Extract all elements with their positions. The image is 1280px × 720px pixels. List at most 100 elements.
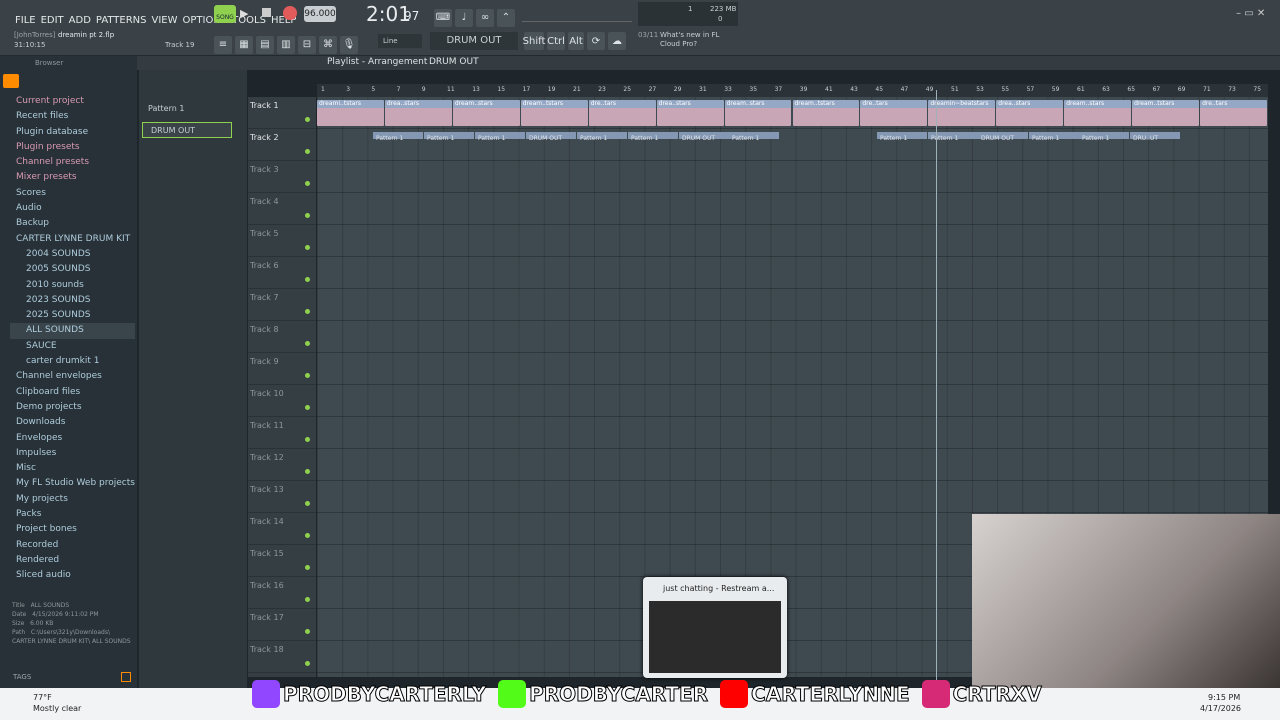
browser-item[interactable]: SAUCE xyxy=(10,339,135,354)
pattern-clip[interactable]: Pattern 1 xyxy=(1029,132,1079,146)
channel-rack-icon[interactable]: ▤ xyxy=(256,35,274,54)
track-mute-led[interactable] xyxy=(305,469,310,474)
track-header[interactable]: Track 7 xyxy=(248,289,316,321)
browser-item[interactable]: 2005 SOUNDS xyxy=(10,262,135,277)
browser-item[interactable]: Project bones xyxy=(10,522,135,537)
browser-item[interactable]: Envelopes xyxy=(10,431,135,446)
browser-item[interactable]: 2025 SOUNDS xyxy=(10,308,135,323)
track-mute-led[interactable] xyxy=(305,533,310,538)
browser-item[interactable]: Downloads xyxy=(10,415,135,430)
minimize-icon[interactable]: – xyxy=(1236,8,1241,19)
track-mute-led[interactable] xyxy=(305,117,310,122)
track-header[interactable]: Track 11 xyxy=(248,417,316,449)
browser-all-icon[interactable] xyxy=(3,74,19,88)
menu-tools[interactable]: TOOLS xyxy=(232,15,266,26)
browser-item[interactable]: Backup xyxy=(10,216,135,231)
browser-item[interactable]: CARTER LYNNE DRUM KIT xyxy=(10,232,135,247)
record-icon[interactable] xyxy=(283,6,297,20)
pattern-item[interactable]: Pattern 1 xyxy=(142,102,230,116)
track-mute-led[interactable] xyxy=(305,629,310,634)
maximize-icon[interactable]: ▭ xyxy=(1244,8,1253,19)
track-header[interactable]: Track 16 xyxy=(248,577,316,609)
audio-clip[interactable]: dream..tstars xyxy=(1132,100,1200,126)
audio-clip[interactable]: dreami..tstars xyxy=(317,100,384,126)
track-header[interactable]: Track 18 xyxy=(248,641,316,673)
browser-item[interactable]: Recent files xyxy=(10,109,135,124)
audio-clip[interactable]: dream..stars xyxy=(1064,100,1132,126)
audio-clip[interactable]: dream..stars xyxy=(452,100,520,126)
pattern-clip[interactable]: Pattern 1 xyxy=(373,132,423,146)
tags-label[interactable]: TAGS xyxy=(13,673,31,681)
browser-item[interactable]: Scores xyxy=(10,186,135,201)
pattern-clip[interactable]: Pattern 1 xyxy=(475,132,525,146)
audio-clip[interactable]: dream..tstars xyxy=(520,100,588,126)
play-icon[interactable]: ▶ xyxy=(240,7,248,20)
track-mute-led[interactable] xyxy=(305,277,310,282)
track-header[interactable]: Track 10 xyxy=(248,385,316,417)
mixer-icon[interactable]: ▥ xyxy=(277,35,295,54)
track-header[interactable]: Track 15 xyxy=(248,545,316,577)
pattern-item-selected[interactable]: DRUM OUT xyxy=(142,122,232,138)
countdown-icon[interactable]: ⌃ xyxy=(497,8,515,27)
track-header[interactable]: Track 2 xyxy=(248,129,316,161)
taskbar-preview[interactable]: just chatting - Restream a... xyxy=(643,577,787,678)
playlist-icon[interactable]: ≡ xyxy=(214,35,232,54)
pattern-clip[interactable]: Pattern 1 xyxy=(628,132,678,146)
browser-item[interactable]: Impulses xyxy=(10,446,135,461)
track-header[interactable]: Track 8 xyxy=(248,321,316,353)
browser-item[interactable]: Clipboard files xyxy=(10,385,135,400)
track-mute-led[interactable] xyxy=(305,405,310,410)
alt-key[interactable]: Alt xyxy=(568,32,584,50)
menu-add[interactable]: ADD xyxy=(69,15,91,26)
browser-item[interactable]: 2004 SOUNDS xyxy=(10,247,135,262)
timeline-ruler[interactable]: 1 3 5 7 9 11 13 15 17 19 21 23 25 27 29 31 33 35 37 39 41 43 4… xyxy=(317,84,1268,97)
cloud-icon[interactable]: ☁ xyxy=(608,32,626,50)
track-header[interactable]: Track 14 xyxy=(248,513,316,545)
metronome-icon[interactable]: ♩ xyxy=(455,8,473,27)
track-header[interactable]: Track 4 xyxy=(248,193,316,225)
audio-clip[interactable]: dre..tars xyxy=(860,100,928,126)
browser-item[interactable]: Channel presets xyxy=(10,155,135,170)
track-mute-led[interactable] xyxy=(305,565,310,570)
track-header[interactable]: Track 13 xyxy=(248,481,316,513)
browser-item[interactable]: 2010 sounds xyxy=(10,278,135,293)
track-mute-led[interactable] xyxy=(305,501,310,506)
pattern-clip[interactable]: Pattern 1 xyxy=(1079,132,1129,146)
pattern-clip[interactable]: Pattern 1 xyxy=(729,132,779,146)
browser-item[interactable]: Current project xyxy=(10,94,135,109)
browser-item[interactable]: carter drumkit 1 xyxy=(10,354,135,369)
track-header[interactable]: Track 12 xyxy=(248,449,316,481)
piano-roll-icon[interactable]: ▦ xyxy=(235,35,253,54)
playhead[interactable] xyxy=(936,90,937,680)
browser-item[interactable]: Plugin presets xyxy=(10,140,135,155)
browser-item[interactable]: ALL SOUNDS xyxy=(10,323,135,339)
pattern-clip[interactable]: DRUM OUT xyxy=(978,132,1028,146)
menu-patterns[interactable]: PATTERNS xyxy=(96,15,147,26)
browser-icon[interactable]: ⌘ xyxy=(319,35,337,54)
menu-file[interactable]: FILE xyxy=(15,15,36,26)
pattern-clip[interactable]: Pattern 1 xyxy=(877,132,927,146)
browser-item[interactable]: Demo projects xyxy=(10,400,135,415)
browser-item[interactable]: Sliced audio xyxy=(10,568,135,583)
stop-icon[interactable] xyxy=(262,8,271,17)
news-text[interactable]: What's new in FL Cloud Pro? xyxy=(660,31,730,49)
browser-item[interactable]: Mixer presets xyxy=(10,170,135,185)
track-mute-led[interactable] xyxy=(305,245,310,250)
track-mute-led[interactable] xyxy=(305,437,310,442)
browser-item[interactable]: Rendered xyxy=(10,553,135,568)
menu-view[interactable]: VIEW xyxy=(152,15,178,26)
track-header[interactable]: Track 17 xyxy=(248,609,316,641)
audio-clip[interactable]: dre..tars xyxy=(588,100,656,126)
typing-keyboard-icon[interactable]: ⌨ xyxy=(434,8,452,27)
track-mute-led[interactable] xyxy=(305,309,310,314)
track-mute-led[interactable] xyxy=(305,597,310,602)
pattern-clip[interactable]: DRUM OUT xyxy=(526,132,576,146)
snap-select[interactable]: Line xyxy=(378,34,422,48)
browser-item[interactable]: Recorded xyxy=(10,538,135,553)
track-header[interactable]: Track 9 xyxy=(248,353,316,385)
plugin-icon[interactable]: ⊟ xyxy=(298,35,316,54)
tempo-display[interactable]: 96.000 xyxy=(304,6,336,22)
loop-record-icon[interactable]: ∞ xyxy=(476,8,494,27)
track-header[interactable]: Track 3 xyxy=(248,161,316,193)
track-mute-led[interactable] xyxy=(305,149,310,154)
